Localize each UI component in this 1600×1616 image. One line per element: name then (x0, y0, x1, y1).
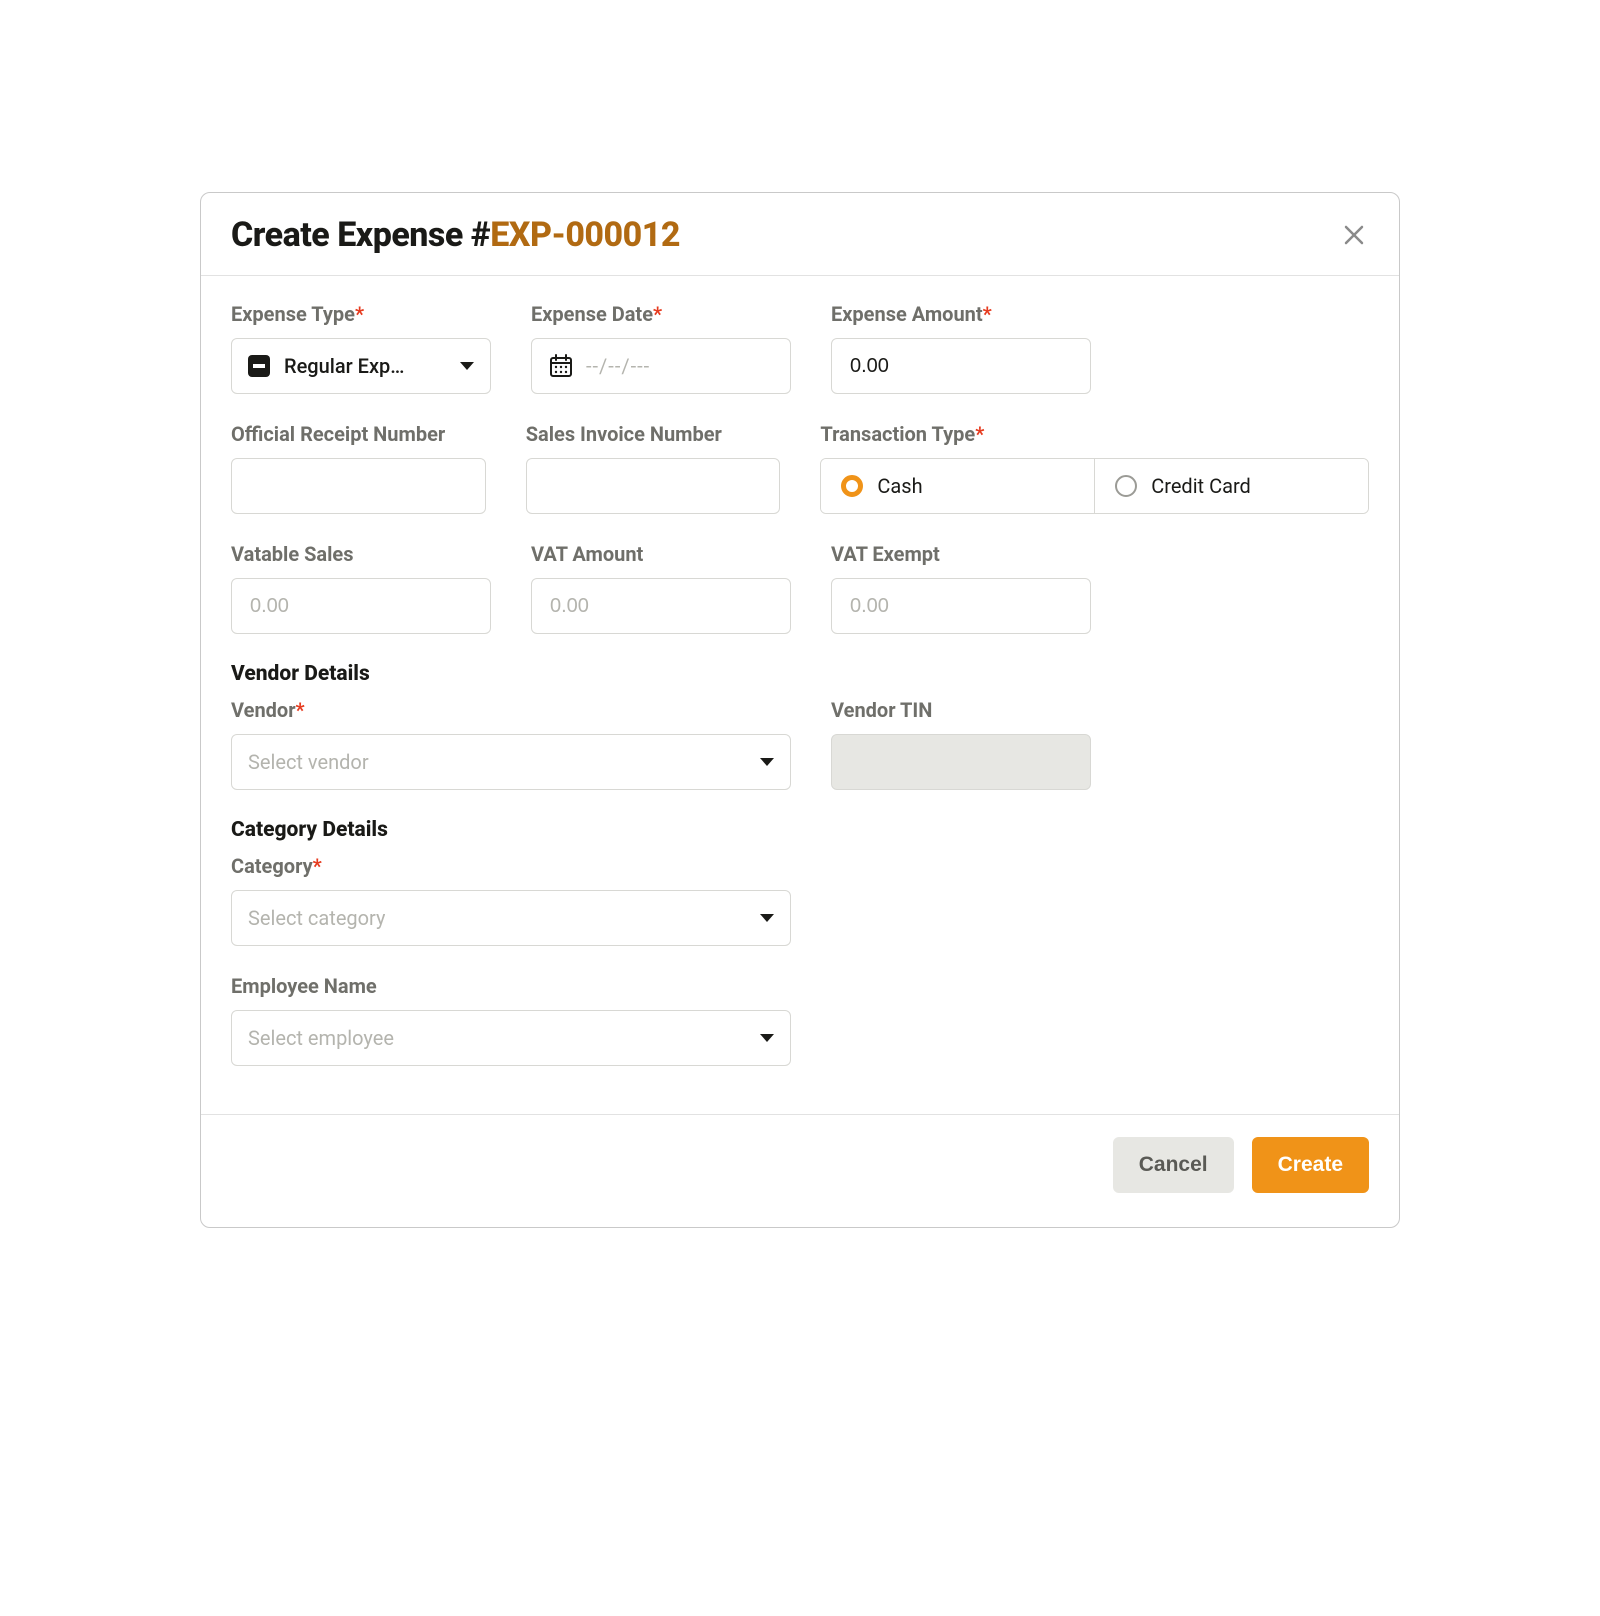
vendor-select-placeholder: Select vendor (248, 750, 369, 774)
field-vat-exempt: VAT Exempt (831, 542, 1091, 634)
transaction-type-radio-group: Cash Credit Card (820, 458, 1369, 514)
chevron-down-icon (760, 914, 774, 922)
category-section-title: Category Details (231, 818, 1369, 842)
employee-select[interactable]: Select employee (231, 1010, 791, 1066)
expense-date-input[interactable]: --/--/--- (531, 338, 791, 394)
expense-amount-input[interactable] (848, 354, 1074, 379)
expense-type-value: Regular Exp… (284, 354, 404, 378)
label-expense-date: Expense Date* (531, 302, 791, 326)
modal-body: Expense Type* Regular Exp… Expense Date* (201, 276, 1399, 1114)
vendor-select[interactable]: Select vendor (231, 734, 791, 790)
field-vendor-tin: Vendor TIN (831, 698, 1091, 790)
field-expense-type: Expense Type* Regular Exp… (231, 302, 491, 394)
category-select[interactable]: Select category (231, 890, 791, 946)
vat-amount-input-wrap (531, 578, 791, 634)
field-sin: Sales Invoice Number (526, 422, 781, 514)
expense-amount-input-wrap (831, 338, 1091, 394)
required-mark: * (983, 302, 992, 326)
orn-input[interactable] (248, 474, 469, 499)
label-category: Category* (231, 854, 791, 878)
field-transaction-type: Transaction Type* Cash Credit Card (820, 422, 1369, 514)
radio-unselected-icon (1115, 475, 1137, 497)
required-mark: * (355, 302, 364, 326)
chevron-down-icon (760, 1034, 774, 1042)
required-mark: * (296, 698, 305, 722)
modal-header: Create Expense #EXP-000012 (201, 193, 1399, 276)
field-vat-amount: VAT Amount (531, 542, 791, 634)
employee-select-placeholder: Select employee (248, 1026, 394, 1050)
label-expense-amount: Expense Amount* (831, 302, 1091, 326)
expense-type-icon (248, 355, 270, 377)
cancel-button[interactable]: Cancel (1113, 1137, 1234, 1193)
orn-input-wrap (231, 458, 486, 514)
vat-exempt-input[interactable] (848, 594, 1074, 619)
vatable-sales-input[interactable] (248, 594, 474, 619)
chevron-down-icon (460, 362, 474, 370)
chevron-down-icon (760, 758, 774, 766)
modal-footer: Cancel Create (201, 1114, 1399, 1227)
transaction-credit-option[interactable]: Credit Card (1094, 459, 1368, 513)
vat-exempt-input-wrap (831, 578, 1091, 634)
required-mark: * (975, 422, 984, 446)
vat-amount-input[interactable] (548, 594, 774, 619)
expense-type-select[interactable]: Regular Exp… (231, 338, 491, 394)
vendor-tin-input (848, 750, 1074, 775)
create-expense-modal: Create Expense #EXP-000012 Expense Type* (200, 192, 1400, 1228)
required-mark: * (653, 302, 662, 326)
label-vendor: Vendor* (231, 698, 791, 722)
modal-title-prefix: Create Expense # (231, 215, 490, 255)
field-employee: Employee Name Select employee (231, 974, 791, 1066)
transaction-cash-option[interactable]: Cash (821, 459, 1094, 513)
expense-date-placeholder: --/--/--- (586, 354, 650, 378)
sin-input[interactable] (543, 474, 764, 499)
vendor-section-title: Vendor Details (231, 662, 1369, 686)
sin-input-wrap (526, 458, 781, 514)
label-vatable-sales: Vatable Sales (231, 542, 491, 566)
transaction-cash-label: Cash (877, 474, 922, 498)
label-expense-type: Expense Type* (231, 302, 491, 326)
vendor-tin-input-wrap (831, 734, 1091, 790)
label-vat-exempt: VAT Exempt (831, 542, 1091, 566)
field-expense-date: Expense Date* (531, 302, 791, 394)
expense-number: EXP-000012 (490, 215, 680, 255)
field-category: Category* Select category (231, 854, 791, 946)
label-employee: Employee Name (231, 974, 791, 998)
close-button[interactable] (1337, 219, 1369, 251)
label-vat-amount: VAT Amount (531, 542, 791, 566)
radio-selected-icon (841, 475, 863, 497)
close-icon (1343, 224, 1365, 246)
category-select-placeholder: Select category (248, 906, 385, 930)
field-vatable-sales: Vatable Sales (231, 542, 491, 634)
label-transaction-type: Transaction Type* (820, 422, 1369, 446)
modal-title: Create Expense #EXP-000012 (231, 215, 680, 255)
vatable-sales-input-wrap (231, 578, 491, 634)
required-mark: * (313, 854, 322, 878)
label-orn: Official Receipt Number (231, 422, 486, 446)
label-sin: Sales Invoice Number (526, 422, 781, 446)
field-vendor: Vendor* Select vendor (231, 698, 791, 790)
label-vendor-tin: Vendor TIN (831, 698, 1091, 722)
field-expense-amount: Expense Amount* (831, 302, 1091, 394)
transaction-credit-label: Credit Card (1151, 474, 1251, 498)
field-orn: Official Receipt Number (231, 422, 486, 514)
calendar-icon (548, 353, 574, 379)
create-button[interactable]: Create (1252, 1137, 1369, 1193)
